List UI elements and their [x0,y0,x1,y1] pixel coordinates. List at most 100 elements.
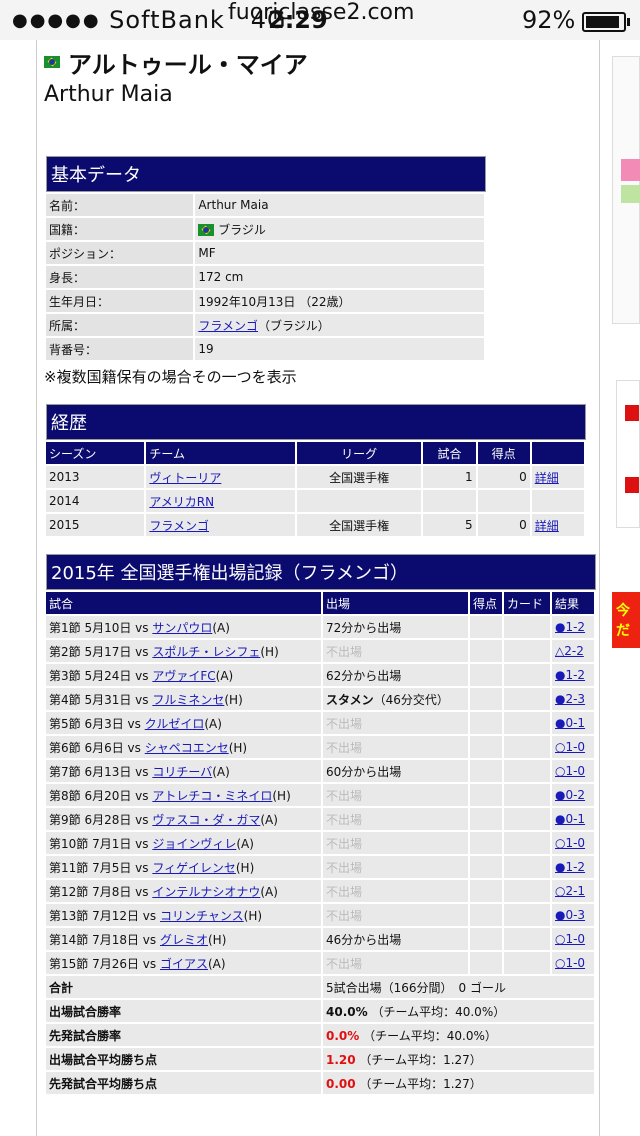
opponent-link[interactable]: ジョインヴィレ [152,837,236,851]
result-link[interactable]: ●0-2 [555,788,585,802]
result-link[interactable]: ○1-0 [555,932,585,946]
card-cell [504,832,550,854]
result-link[interactable]: ●0-1 [555,716,585,730]
match-cell: 第8節 6月20日 vs アトレチコ・ミネイロ(H) [46,784,321,806]
appearance-status: 62分から出場 [326,668,402,683]
match-date: 第9節 6月28日 vs [49,812,153,827]
side-ad-banner[interactable] [612,56,640,324]
opponent-link[interactable]: ゴイアス [160,957,208,971]
appearance-status: 46分から出場 [326,932,402,947]
result-link[interactable]: ●0-3 [555,908,585,922]
match-date: 第12節 7月8日 vs [49,884,153,899]
player-name-jp: アルトゥール・マイア [68,50,308,79]
appearance-status: 不出場 [326,740,363,755]
field-label: ポジション： [46,242,194,264]
career-table: シーズン チーム リーグ 試合 得点 2013 ヴィトーリア 全国選手権 1 0 詳細 2014 アメ… [44,440,586,538]
summary-text: （チーム平均：40.0%） [367,1004,506,1019]
column-header: チーム [146,442,295,464]
team-link[interactable]: フラメンゴ [149,519,209,533]
opponent-link[interactable]: ヴァスコ・ダ・ガマ [152,813,260,827]
appearance-cell: 不出場 [323,856,468,878]
result-link[interactable]: ●1-2 [555,620,585,634]
nationality-note: ※複数国籍保有の場合その一つを表示 [44,368,297,386]
match-cell: 第14節 7月18日 vs グレミオ(H) [46,928,321,950]
result-cell: ○2-1 [552,880,594,902]
card-cell [504,664,550,686]
opponent-link[interactable]: スポルチ・レシフェ [152,645,260,659]
opponent-link[interactable]: フルミネンセ [152,693,224,707]
club-link[interactable]: フラメンゴ [198,319,258,333]
match-cell: 第12節 7月8日 vs インテルナシオナウ(A) [46,880,321,902]
result-link[interactable]: ○1-0 [555,956,585,970]
brazil-flag-icon [198,224,215,236]
opponent-link[interactable]: サンパウロ [152,621,212,635]
result-link[interactable]: ●2-3 [555,692,585,706]
opponent-link[interactable]: アヴァイFC [152,669,215,683]
appearance-cell: 不出場 [323,736,468,758]
result-link[interactable]: ●1-2 [555,668,585,682]
summary-text: （チーム平均：1.27） [355,1052,482,1067]
goals-cell [470,904,502,926]
goals-cell: 0 [477,466,530,488]
opponent-link[interactable]: コリンチャンス [160,909,244,923]
goals-cell [470,760,502,782]
match-date: 第11節 7月5日 vs [49,860,153,875]
opponent-link[interactable]: インテルナシオナウ [152,885,260,899]
result-link[interactable]: ○1-0 [555,836,585,850]
opponent-link[interactable]: クルゼイロ [145,717,205,731]
team-link[interactable]: ヴィトーリア [149,471,221,485]
season-cell: 2015 [46,514,145,536]
appearance-cell: 不出場 [323,904,468,926]
side-ad-banner-2[interactable] [616,380,640,528]
opponent-link[interactable]: シャペコエンセ [145,741,229,755]
opponent-link[interactable]: コリチーバ [152,765,212,779]
team-link[interactable]: アメリカRN [149,495,214,509]
goals-cell [470,952,502,974]
side-ad-banner-3[interactable]: 今だ [612,592,640,648]
summary-label: 先発試合勝率 [46,1024,321,1046]
column-header: 出場 [323,592,468,614]
detail-link[interactable]: 詳細 [535,519,559,533]
summary-value: 40.0% （チーム平均：40.0%） [323,1000,594,1022]
column-header: 試合 [423,442,476,464]
goals-cell [470,664,502,686]
result-link[interactable]: ●0-1 [555,812,585,826]
career-row: 2015 フラメンゴ 全国選手権 5 0 詳細 [46,514,584,536]
games-cell: 5 [423,514,476,536]
match-date: 第1節 5月10日 vs [49,620,153,635]
opponent-link[interactable]: アトレチコ・ミネイロ [152,789,272,803]
result-link[interactable]: ○1-0 [555,740,585,754]
result-cell: ●0-3 [552,904,594,926]
basic-data-row: 生年月日： 1992年10月13日 （22歳） [46,290,484,312]
match-row: 第8節 6月20日 vs アトレチコ・ミネイロ(H) 不出場 ●0-2 [46,784,594,806]
match-date: 第8節 6月20日 vs [49,788,153,803]
summary-value: 0.0% （チーム平均：40.0%） [323,1024,594,1046]
home-away: (H) [208,932,227,947]
result-link[interactable]: ○2-1 [555,884,585,898]
card-cell [504,640,550,662]
appearance-status: 72分から出場 [326,620,402,635]
ad-banner-text: 今だ [616,603,630,639]
result-link[interactable]: △2-2 [555,644,584,658]
opponent-link[interactable]: グレミオ [160,933,208,947]
appearance-status: 不出場 [326,884,363,899]
summary-row: 先発試合勝率 0.0% （チーム平均：40.0%） [46,1024,594,1046]
career-row: 2014 アメリカRN [46,490,584,512]
match-row: 第10節 7月1日 vs ジョインヴィレ(A) 不出場 ○1-0 [46,832,594,854]
section-title: 経歴 [46,404,586,440]
result-cell: ○1-0 [552,760,594,782]
home-away: (A) [260,884,278,899]
goals-cell [470,616,502,638]
battery-percent: 92% [522,6,576,34]
match-row: 第13節 7月12日 vs コリンチャンス(H) 不出場 ●0-3 [46,904,594,926]
match-row: 第1節 5月10日 vs サンパウロ(A) 72分から出場 ●1-2 [46,616,594,638]
summary-text: 5試合出場（166分間） 0 ゴール [326,980,506,995]
field-value: 1992年10月13日 （22歳） [195,290,484,312]
result-link[interactable]: ●1-2 [555,860,585,874]
detail-link[interactable]: 詳細 [535,471,559,485]
league-cell [296,490,422,512]
result-link[interactable]: ○1-0 [555,764,585,778]
home-away: (H) [243,908,263,923]
opponent-link[interactable]: フィゲイレンセ [152,861,236,875]
home-away: (H) [235,860,255,875]
